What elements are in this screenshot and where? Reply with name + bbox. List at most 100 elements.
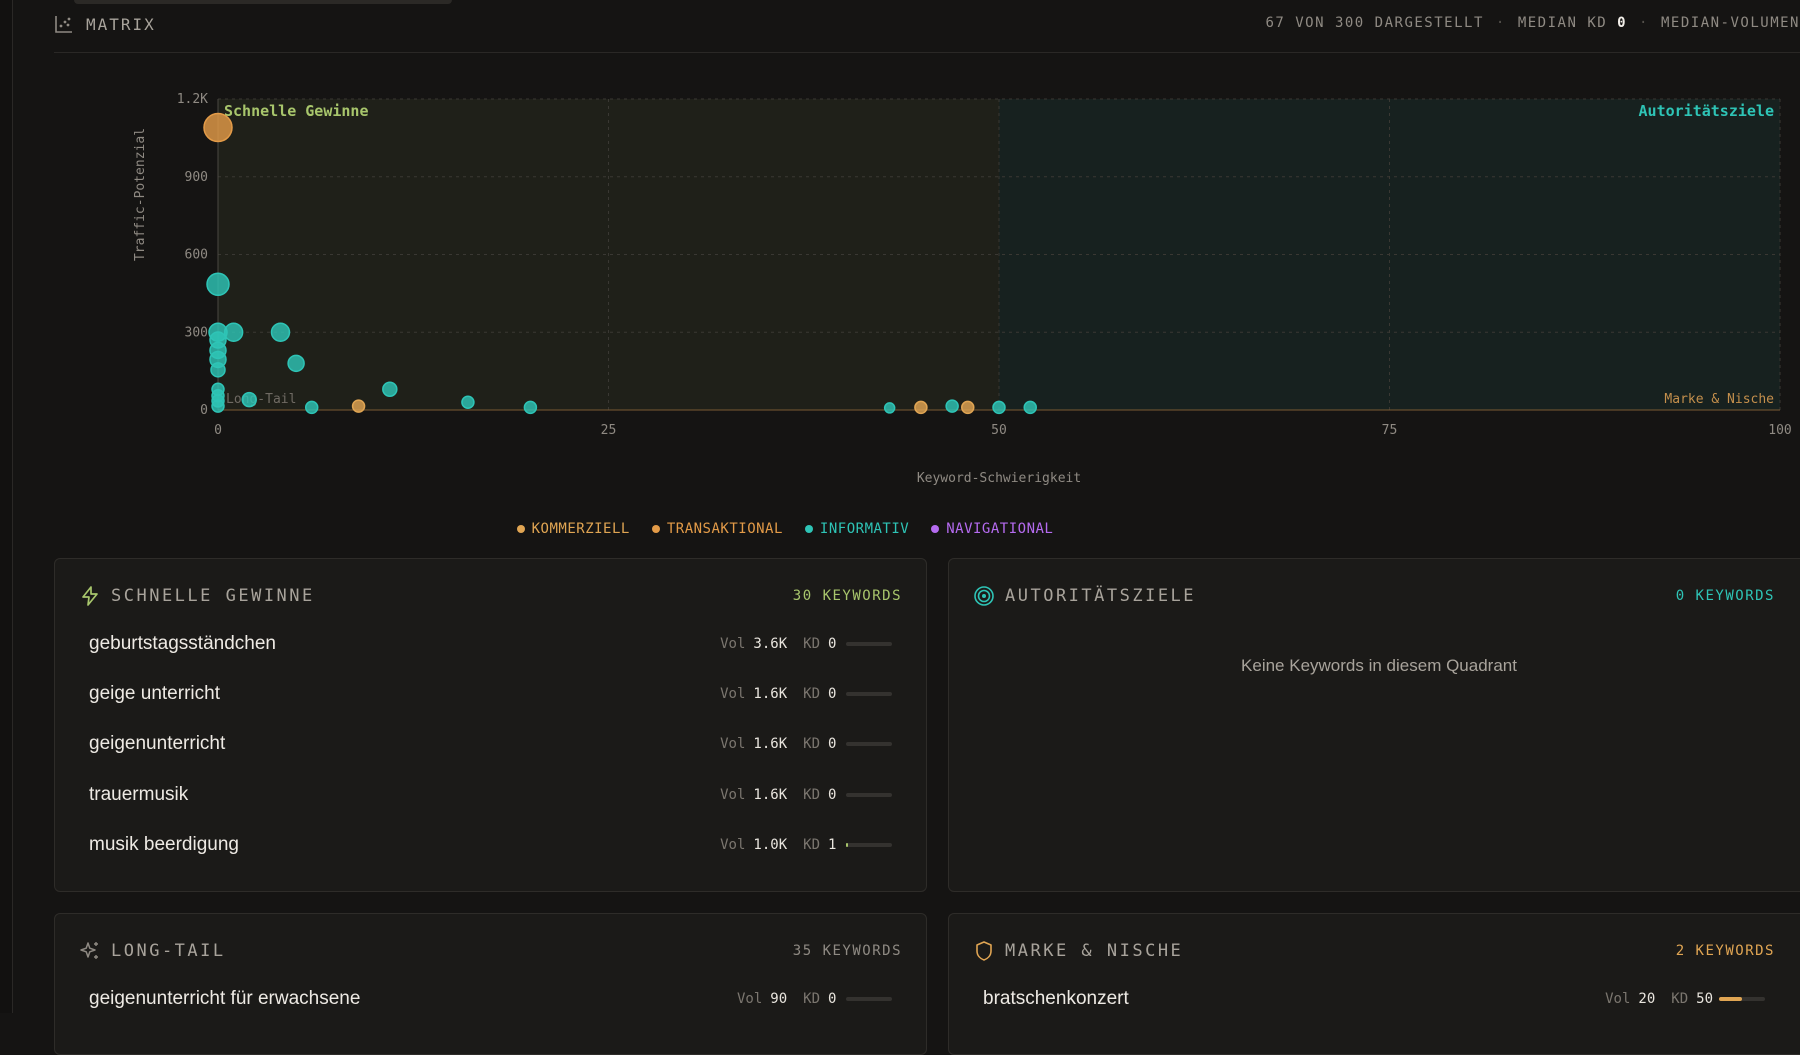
page-title: MATRIX	[86, 14, 156, 34]
data-point	[304, 400, 319, 415]
kd-value: 0	[828, 736, 837, 752]
vol-label: Vol	[720, 636, 746, 652]
x-tick-label: 25	[601, 423, 617, 438]
keyword-text: bratschenkonzert	[983, 988, 1129, 1009]
vol-value: 1.0K	[753, 837, 788, 853]
quick-wins-card: SCHNELLE GEWINNE 30 KEYWORDS geburtstags…	[54, 558, 927, 892]
matrix-stats: 67 VON 300 DARGESTELLT · MEDIAN KD 0 · MEDIA…	[1265, 15, 1800, 31]
quadrant-label-long-tail: Long-Tail	[226, 392, 296, 407]
niche-card: MARKE & NISCHE 2 KEYWORDS bratschenkonze…	[948, 913, 1800, 1055]
niche-header: MARKE & NISCHE 2 KEYWORDS	[973, 939, 1775, 963]
kd-bar	[846, 793, 892, 797]
y-tick-label: 900	[185, 170, 208, 185]
kd-value: 0	[828, 787, 837, 803]
vol-value: 20	[1638, 991, 1656, 1007]
target-icon	[973, 585, 995, 607]
kd-value: 50	[1696, 991, 1713, 1007]
kd-bar	[1719, 997, 1765, 1001]
vol-label: Vol	[720, 686, 746, 702]
vol-value: 90	[770, 991, 788, 1007]
x-tick-label: 50	[991, 423, 1007, 438]
stat-median-kd-value: 0	[1617, 15, 1628, 31]
scatter-chart-icon	[54, 14, 74, 34]
x-axis-label: Keyword-Schwierigkeit	[917, 471, 1081, 486]
kd-value: 0	[828, 636, 837, 652]
matrix-header: MATRIX 67 VON 300 DARGESTELLT · MEDIAN KD …	[54, 0, 1800, 53]
vol-label: Vol	[720, 837, 746, 853]
data-point	[270, 322, 291, 342]
data-point	[351, 399, 366, 413]
shield-icon	[973, 940, 995, 962]
keyword-row[interactable]: musik beerdigung Vol 1.0K KD 1	[89, 830, 892, 860]
kd-label: KD	[803, 837, 820, 853]
legend-label-navigational: NAVIGATIONAL	[946, 521, 1054, 537]
legend-item-kommerziell[interactable]: KOMMERZIELL	[516, 521, 630, 537]
data-point	[523, 400, 538, 415]
authority-header: AUTORITÄTSZIELE 0 KEYWORDS	[973, 584, 1775, 608]
keyword-row[interactable]: geigenunterricht für erwachsene Vol 90 K…	[89, 984, 892, 1014]
keyword-text: geigenunterricht	[89, 733, 226, 754]
data-point	[1023, 400, 1037, 415]
sparkles-icon	[79, 940, 101, 962]
long-tail-header: LONG-TAIL 35 KEYWORDS	[79, 939, 902, 963]
long-tail-card: LONG-TAIL 35 KEYWORDS geigenunterricht f…	[54, 913, 927, 1055]
legend-swatch-informativ	[804, 525, 813, 533]
vol-label: Vol	[1605, 991, 1631, 1007]
kd-bar	[846, 997, 892, 1001]
kd-value: 1	[828, 837, 837, 853]
kd-label: KD	[803, 736, 820, 752]
data-point	[210, 362, 226, 378]
stat-median-kd-label: MEDIAN KD	[1517, 15, 1608, 31]
keyword-text: geige unterricht	[89, 683, 220, 704]
legend-label-transaktional: TRANSAKTIONAL	[666, 521, 783, 537]
kd-bar	[846, 843, 892, 847]
data-point	[461, 395, 475, 409]
authority-card: AUTORITÄTSZIELE 0 KEYWORDS Keine Keyword…	[948, 558, 1800, 892]
kd-label: KD	[803, 636, 820, 652]
authority-title: AUTORITÄTSZIELE	[1005, 586, 1197, 606]
data-point	[992, 400, 1006, 415]
keyword-text: musik beerdigung	[89, 834, 239, 855]
authority-count: 0 KEYWORDS	[1675, 588, 1775, 604]
data-point	[961, 400, 975, 415]
vol-label: Vol	[720, 787, 746, 803]
data-point	[206, 272, 230, 297]
data-point	[241, 391, 257, 408]
kd-label: KD	[1671, 991, 1689, 1007]
vol-label: Vol	[736, 991, 763, 1007]
stat-shown: 67 VON 300 DARGESTELLT	[1265, 15, 1484, 31]
legend-label-informativ: INFORMATIV	[819, 521, 910, 537]
data-point	[883, 402, 896, 414]
kd-value: 0	[828, 991, 837, 1007]
kd-label: KD	[803, 686, 820, 702]
keyword-text: geburtstagsständchen	[89, 633, 276, 654]
kd-bar	[846, 642, 892, 646]
kd-value: 0	[828, 686, 837, 702]
keyword-text: trauermusik	[89, 784, 189, 805]
chart-legend: KOMMERZIELL TRANSAKTIONAL INFORMATIV NAV…	[0, 521, 1800, 537]
legend-label-kommerziell: KOMMERZIELL	[531, 521, 630, 537]
kd-bar	[846, 742, 892, 746]
legend-item-navigational[interactable]: NAVIGATIONAL	[931, 521, 1053, 537]
legend-item-informativ[interactable]: INFORMATIV	[804, 521, 910, 537]
stat-median-volume: MEDIAN-VOLUMEN	[1660, 15, 1800, 31]
keyword-row[interactable]: geburtstagsständchen Vol 3.6K KD 0	[89, 629, 892, 659]
vol-value: 1.6K	[753, 787, 788, 803]
keyword-row[interactable]: geige unterricht Vol 1.6K KD 0	[89, 679, 892, 709]
kd-bar	[846, 692, 892, 696]
long-tail-title: LONG-TAIL	[111, 941, 226, 961]
data-point	[945, 399, 959, 413]
keyword-row[interactable]: geigenunterricht Vol 1.6K KD 0	[89, 729, 892, 759]
quadrant-label-authority: Autoritätsziele	[1639, 102, 1774, 120]
keyword-text: geigenunterricht für erwachsene	[89, 988, 361, 1009]
data-point	[203, 112, 233, 143]
legend-item-transaktional[interactable]: TRANSAKTIONAL	[651, 521, 783, 537]
x-tick-label: 100	[1768, 423, 1791, 438]
y-tick-label: 300	[185, 325, 208, 340]
keyword-row[interactable]: bratschenkonzert Vol 20 KD 50	[983, 984, 1765, 1014]
data-point	[287, 354, 305, 373]
long-tail-count: 35 KEYWORDS	[792, 943, 902, 959]
scatter-chart: 0 25 50 75 100 0 300 600 900 1.2K Keyword-Schwieri…	[0, 70, 1800, 490]
y-axis-label: Traffic-Potenzial	[133, 128, 148, 261]
keyword-row[interactable]: trauermusik Vol 1.6K KD 0	[89, 780, 892, 810]
